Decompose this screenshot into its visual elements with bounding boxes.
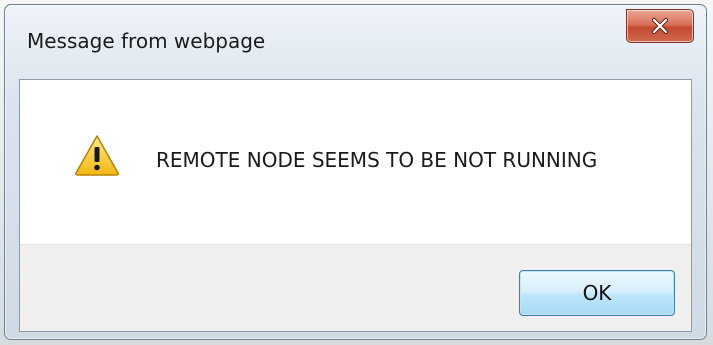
message-dialog: Message from webpage REMOTE NODE SEEMS T…	[4, 4, 707, 340]
ok-button[interactable]: OK	[519, 270, 675, 316]
dialog-body: REMOTE NODE SEEMS TO BE NOT RUNNING OK	[19, 79, 692, 332]
dialog-title: Message from webpage	[27, 29, 266, 53]
close-icon	[652, 18, 668, 34]
button-area: OK	[20, 244, 691, 331]
close-button[interactable]	[626, 9, 694, 43]
warning-icon	[75, 135, 119, 176]
message-area: REMOTE NODE SEEMS TO BE NOT RUNNING	[20, 80, 691, 244]
dialog-titlebar[interactable]: Message from webpage	[5, 5, 706, 79]
message-text: REMOTE NODE SEEMS TO BE NOT RUNNING	[156, 148, 598, 172]
